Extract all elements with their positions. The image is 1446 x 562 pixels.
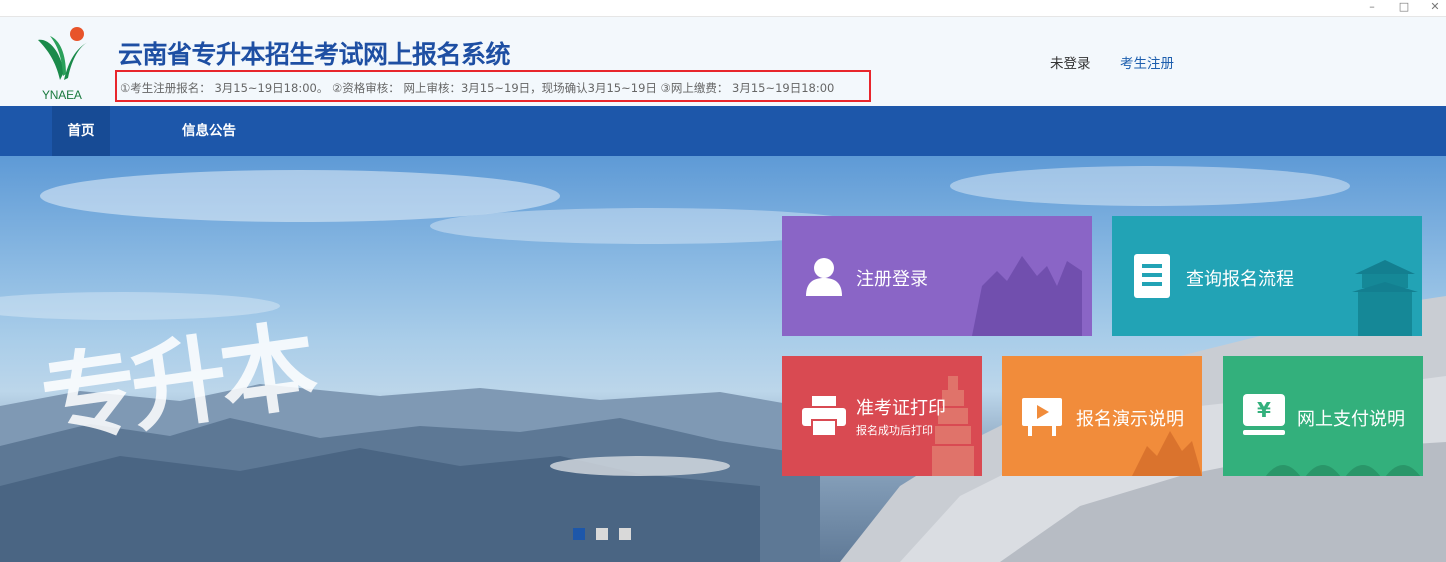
carousel-dot-3[interactable] (619, 528, 631, 540)
tile-admission-print-sublabel: 报名成功后打印 (856, 424, 933, 437)
schedule-notice-box: ①考生注册报名： 3月15~19日18:00。 ②资格审核： 网上审核：3月15… (115, 70, 871, 102)
close-icon[interactable]: ✕ (1424, 0, 1446, 16)
tile-query-process[interactable]: 查询报名流程 (1112, 216, 1422, 336)
carousel-dot-1[interactable] (573, 528, 585, 540)
play-screen-icon (1022, 398, 1062, 436)
peak-deco-icon (1132, 431, 1202, 476)
nav-item-announcements[interactable]: 信息公告 (166, 106, 252, 156)
logo-text: YNAEA (42, 88, 82, 102)
carousel-dot-2[interactable] (596, 528, 608, 540)
tile-admission-print-label: 准考证打印 (856, 398, 946, 419)
nav-item-home[interactable]: 首页 (52, 106, 110, 156)
tile-register-login[interactable]: 注册登录 (782, 216, 1092, 336)
bridge-deco-icon (1266, 465, 1420, 476)
tile-demo-guide-label: 报名演示说明 (1076, 409, 1184, 430)
logo-emblem-icon (38, 27, 88, 80)
tile-payment-guide-label: 网上支付说明 (1297, 409, 1405, 430)
minimize-icon[interactable]: – (1361, 0, 1383, 16)
svg-text:¥: ¥ (1257, 398, 1271, 422)
hero-banner: 专升本 注册登录 查询报名流程 准考证打印 报名成功后打印 报名演示说明 ¥ 网… (0, 156, 1446, 562)
pavilion-deco-icon (1352, 260, 1418, 336)
maximize-icon[interactable]: □ (1393, 0, 1415, 16)
site-logo[interactable]: YNAEA (30, 22, 100, 104)
tile-payment-guide[interactable]: ¥ 网上支付说明 (1223, 356, 1423, 476)
tile-demo-guide[interactable]: 报名演示说明 (1002, 356, 1202, 476)
tile-register-login-label: 注册登录 (856, 269, 928, 290)
document-icon (1134, 254, 1170, 298)
yen-icon: ¥ (1243, 394, 1285, 435)
login-status[interactable]: 未登录 (1050, 52, 1091, 72)
printer-icon (802, 396, 846, 436)
user-icon (806, 258, 842, 296)
page-title: 云南省专升本招生考试网上报名系统 (118, 40, 511, 69)
tile-admission-print[interactable]: 准考证打印 报名成功后打印 (782, 356, 982, 476)
tile-query-process-label: 查询报名流程 (1186, 269, 1294, 290)
pagoda-deco-icon (932, 376, 974, 476)
window-titlebar: – □ ✕ (0, 0, 1446, 17)
main-nav: 首页 信息公告 (0, 106, 1446, 156)
register-link[interactable]: 考生注册 (1120, 52, 1174, 72)
schedule-notice-text: ①考生注册报名： 3月15~19日18:00。 ②资格审核： 网上审核：3月15… (120, 81, 835, 95)
site-header: YNAEA 云南省专升本招生考试网上报名系统 ①考生注册报名： 3月15~19日… (0, 17, 1446, 106)
